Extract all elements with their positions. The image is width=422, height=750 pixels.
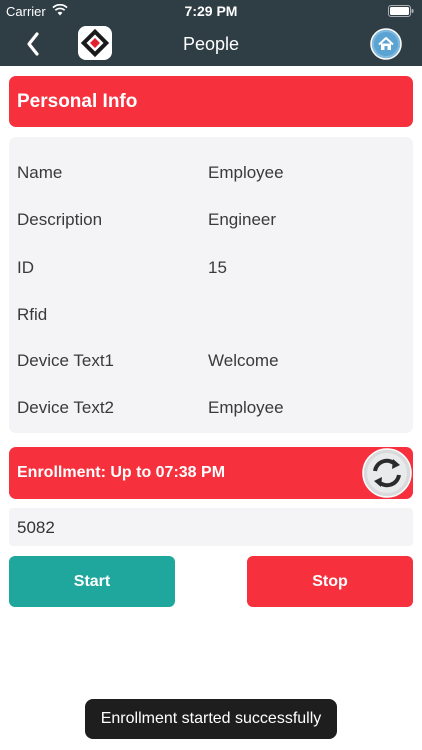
status-time: 7:29 PM [184,3,238,19]
info-value: Employee [208,163,284,182]
info-label: Rfid [17,305,48,324]
nav-bar: People [0,22,422,66]
refresh-icon [362,448,412,498]
personal-info-card: Name Employee Description Engineer ID 15… [9,137,413,433]
info-row-id: ID 15 [9,252,413,282]
enrollment-header: Enrollment: Up to 07:38 PM [9,447,413,499]
info-value: 15 [208,258,227,277]
info-row-name: Name Employee [9,157,413,187]
info-row-device-text1: Device Text1 Welcome [9,345,413,375]
info-row-device-text2: Device Text2 Employee [9,392,413,422]
info-label: Device Text1 [17,351,115,370]
start-button[interactable]: Start [9,556,175,607]
info-label: Description [17,210,103,229]
home-icon [370,28,402,60]
status-bar: Carrier 7:29 PM [0,0,422,22]
info-value: Welcome [208,351,279,370]
enrollment-title: Enrollment: Up to 07:38 PM [17,464,226,481]
info-label: Name [17,163,63,182]
enrollment-code-field: 5082 [9,508,413,546]
stop-button[interactable]: Stop [247,556,413,607]
info-label: Device Text2 [17,398,115,417]
page-title: People [182,34,240,54]
info-row-description: Description Engineer [9,204,413,234]
personal-info-header: Personal Info [9,76,413,127]
info-value: Engineer [208,210,277,229]
home-button[interactable] [370,28,402,60]
info-row-rfid: Rfid [9,299,413,329]
toast-message: Enrollment started successfully [85,699,337,739]
info-label: ID [17,258,34,277]
battery-icon [388,5,414,17]
info-value: Employee [208,398,284,417]
refresh-button[interactable] [362,448,412,498]
